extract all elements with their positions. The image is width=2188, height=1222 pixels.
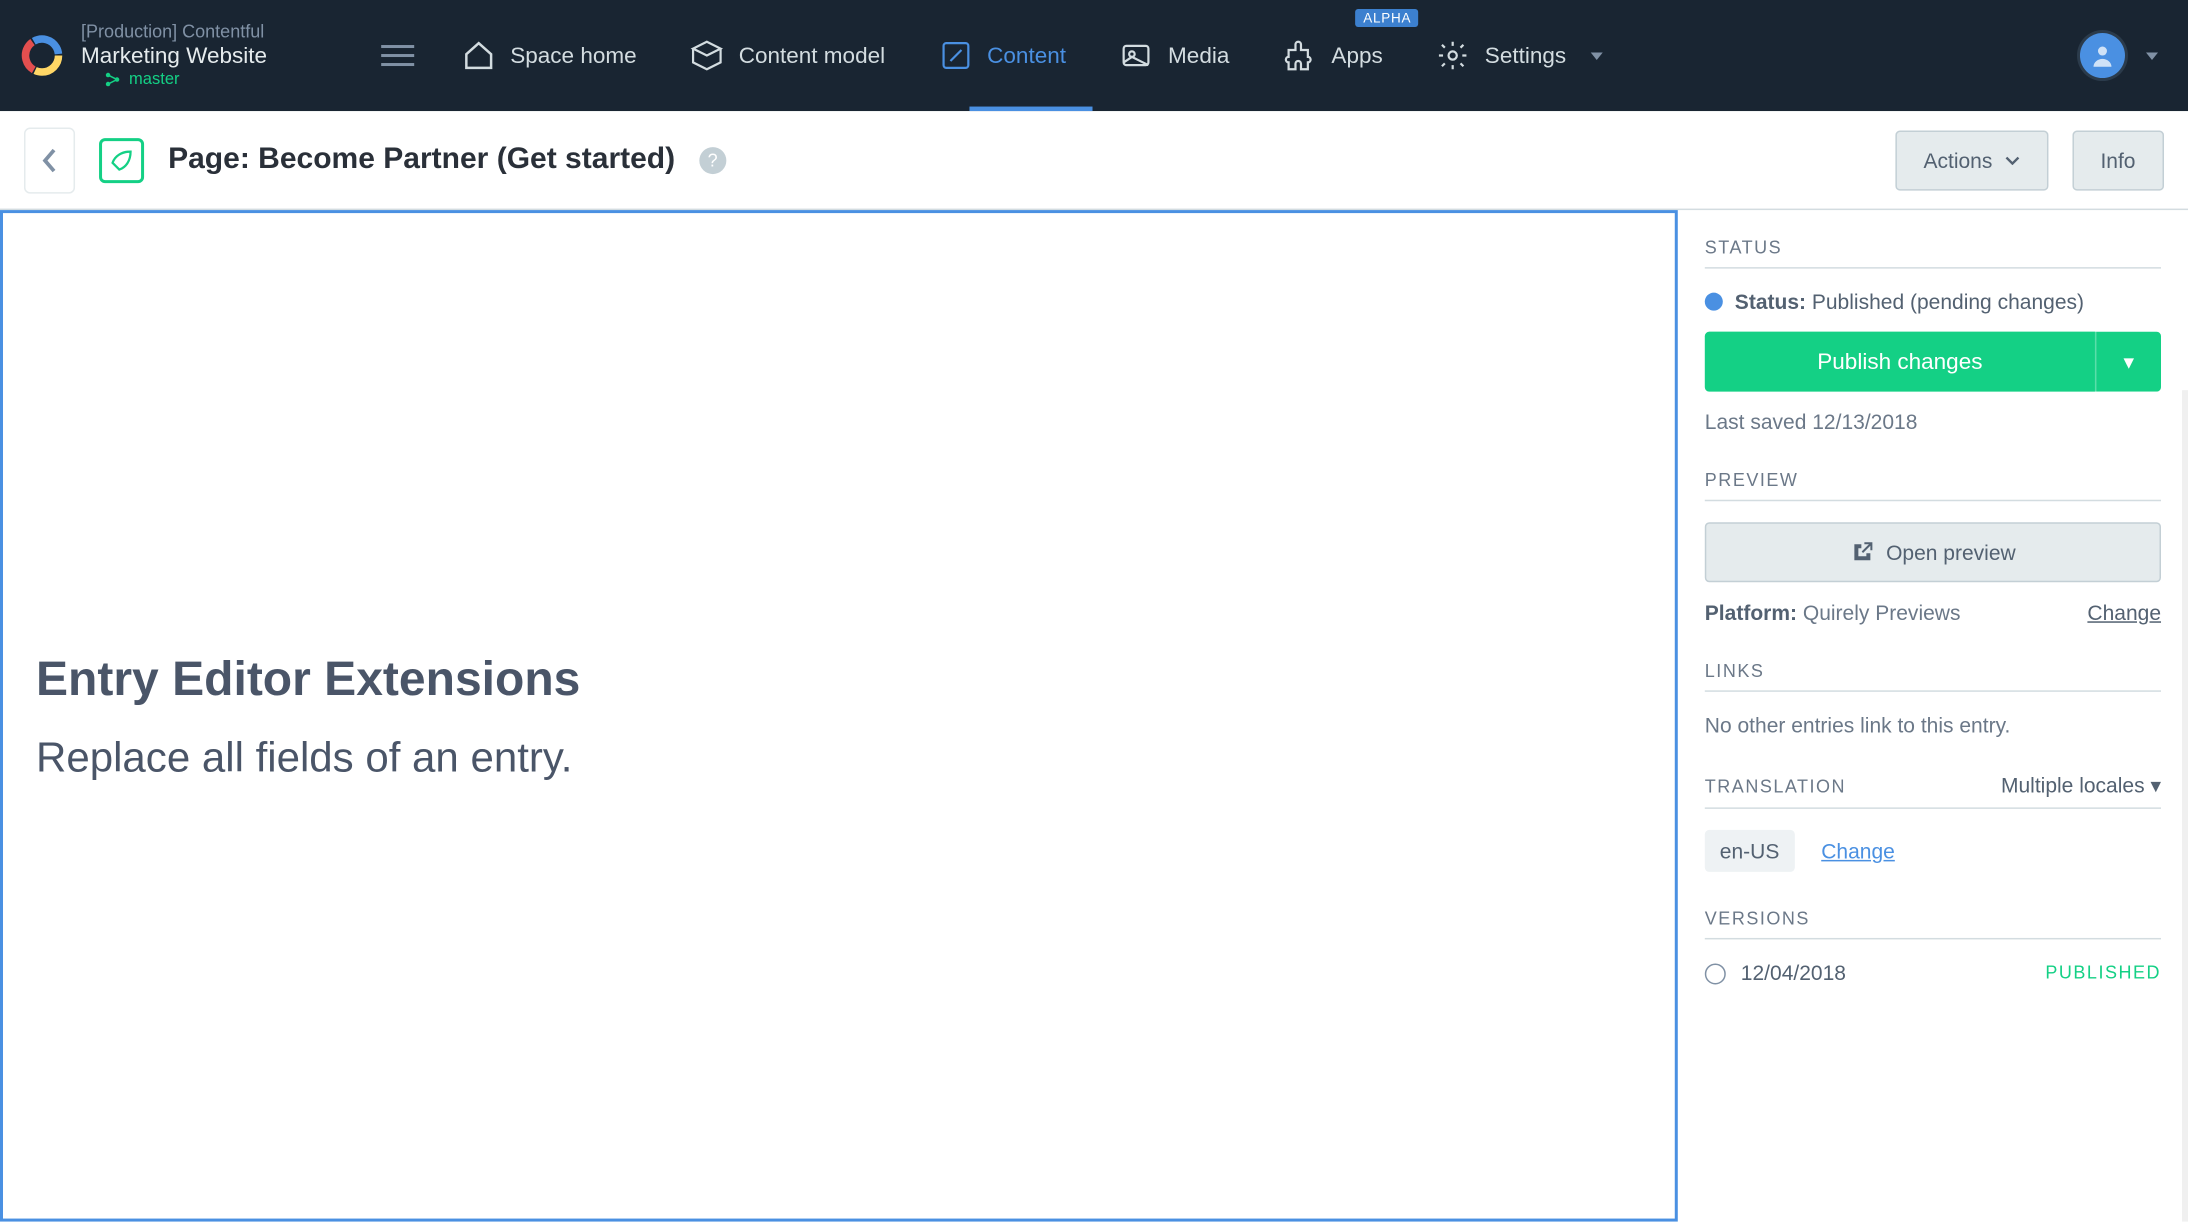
locale-chip: en-US xyxy=(1705,830,1795,872)
status-value: Published (pending changes) xyxy=(1812,290,2084,314)
preview-heading: PREVIEW xyxy=(1705,470,2161,502)
version-row[interactable]: 12/04/2018 PUBLISHED xyxy=(1705,960,2161,984)
brand-env: [Production] Contentful xyxy=(81,21,267,43)
topnav: [Production] Contentful Marketing Websit… xyxy=(0,0,2188,111)
brand-space: Marketing Website xyxy=(81,43,267,70)
puzzle-icon xyxy=(1283,39,1316,72)
status-prefix: Status: xyxy=(1735,290,1806,314)
sidebar: STATUS Status: Published (pending change… xyxy=(1678,210,2188,1221)
actions-label: Actions xyxy=(1923,148,1992,172)
space-menu-toggle[interactable] xyxy=(381,39,414,72)
open-preview-label: Open preview xyxy=(1886,540,2016,564)
nav-content-model[interactable]: Content model xyxy=(664,0,912,111)
publish-label: Publish changes xyxy=(1817,349,1982,375)
user-menu[interactable] xyxy=(2050,0,2188,111)
platform-value: Quirely Previews xyxy=(1803,600,1961,624)
nav-items: Space home Content model Content Media A… xyxy=(435,0,2050,111)
links-heading: LINKS xyxy=(1705,660,2161,692)
translation-heading: TRANSLATION xyxy=(1705,775,1846,796)
chevron-down-icon xyxy=(2146,52,2158,60)
nav-space-home[interactable]: Space home xyxy=(435,0,663,111)
nav-media[interactable]: Media xyxy=(1093,0,1256,111)
translation-change-link[interactable]: Change xyxy=(1821,839,1895,863)
entry-title: Page: Become Partner (Get started) xyxy=(168,143,675,178)
links-panel: LINKS No other entries link to this entr… xyxy=(1705,660,2161,737)
last-saved: Last saved 12/13/2018 xyxy=(1705,410,2161,434)
back-button[interactable] xyxy=(24,127,75,193)
platform-prefix: Platform: xyxy=(1705,600,1797,624)
avatar xyxy=(2080,33,2125,78)
brand-block: [Production] Contentful Marketing Websit… xyxy=(0,0,435,111)
actions-button[interactable]: Actions xyxy=(1895,130,2048,190)
open-preview-button[interactable]: Open preview xyxy=(1705,522,2161,582)
canvas-subtext: Replace all fields of an entry. xyxy=(36,733,1675,781)
nav-apps[interactable]: Apps ALPHA xyxy=(1256,0,1409,111)
status-panel: STATUS Status: Published (pending change… xyxy=(1705,237,2161,434)
status-row: Status: Published (pending changes) xyxy=(1705,290,2161,314)
radio-icon xyxy=(1705,964,1726,985)
chevron-left-icon xyxy=(39,145,60,175)
media-icon xyxy=(1120,39,1153,72)
status-dot-icon xyxy=(1705,293,1723,311)
version-state: PUBLISHED xyxy=(2045,962,2161,983)
branch-icon xyxy=(105,72,120,87)
brand-branch: master xyxy=(105,70,267,90)
translation-panel: TRANSLATION Multiple locales ▾ en-US Cha… xyxy=(1705,773,2161,872)
external-link-icon xyxy=(1850,540,1874,564)
chevron-down-icon xyxy=(1590,52,1602,60)
nav-content[interactable]: Content xyxy=(912,0,1093,111)
versions-panel: VERSIONS 12/04/2018 PUBLISHED xyxy=(1705,908,2161,985)
preview-change-link[interactable]: Change xyxy=(2087,600,2161,624)
chevron-down-icon: ▾ xyxy=(2123,349,2134,375)
preview-panel: PREVIEW Open preview Platform: Quirely P… xyxy=(1705,470,2161,625)
status-heading: STATUS xyxy=(1705,237,2161,269)
canvas-heading: Entry Editor Extensions xyxy=(36,651,1675,707)
translation-mode: Multiple locales xyxy=(2001,773,2145,797)
box-icon xyxy=(691,39,724,72)
nav-settings[interactable]: Settings xyxy=(1410,0,1629,111)
nav-label: Settings xyxy=(1485,43,1566,69)
gear-icon xyxy=(1437,39,1470,72)
info-label: Info xyxy=(2100,148,2135,172)
editor-body: Entry Editor Extensions Replace all fiel… xyxy=(0,210,2188,1221)
translation-mode-select[interactable]: Multiple locales ▾ xyxy=(2001,773,2161,799)
nav-label: Media xyxy=(1168,43,1229,69)
pen-icon xyxy=(939,39,972,72)
chevron-down-icon: ▾ xyxy=(2150,773,2161,797)
scrollbar[interactable] xyxy=(2182,390,2188,1221)
editor-canvas: Entry Editor Extensions Replace all fiel… xyxy=(0,210,1678,1221)
version-date: 12/04/2018 xyxy=(1741,960,1846,984)
info-button[interactable]: Info xyxy=(2072,130,2164,190)
entry-type-icon xyxy=(99,137,144,182)
publish-button[interactable]: Publish changes xyxy=(1705,332,2095,392)
branch-name: master xyxy=(129,70,179,90)
home-icon xyxy=(462,39,495,72)
nav-label: Content model xyxy=(739,43,885,69)
nav-label: Content xyxy=(987,43,1066,69)
editor-header: Page: Become Partner (Get started) ? Act… xyxy=(0,111,2188,210)
contentful-logo-icon xyxy=(21,35,63,77)
nav-label: Space home xyxy=(510,43,636,69)
chevron-down-icon xyxy=(2004,155,2019,164)
links-text: No other entries link to this entry. xyxy=(1705,713,2161,737)
versions-heading: VERSIONS xyxy=(1705,908,2161,940)
nav-label: Apps xyxy=(1331,43,1382,69)
help-icon[interactable]: ? xyxy=(699,146,726,173)
publish-dropdown[interactable]: ▾ xyxy=(2095,332,2161,392)
